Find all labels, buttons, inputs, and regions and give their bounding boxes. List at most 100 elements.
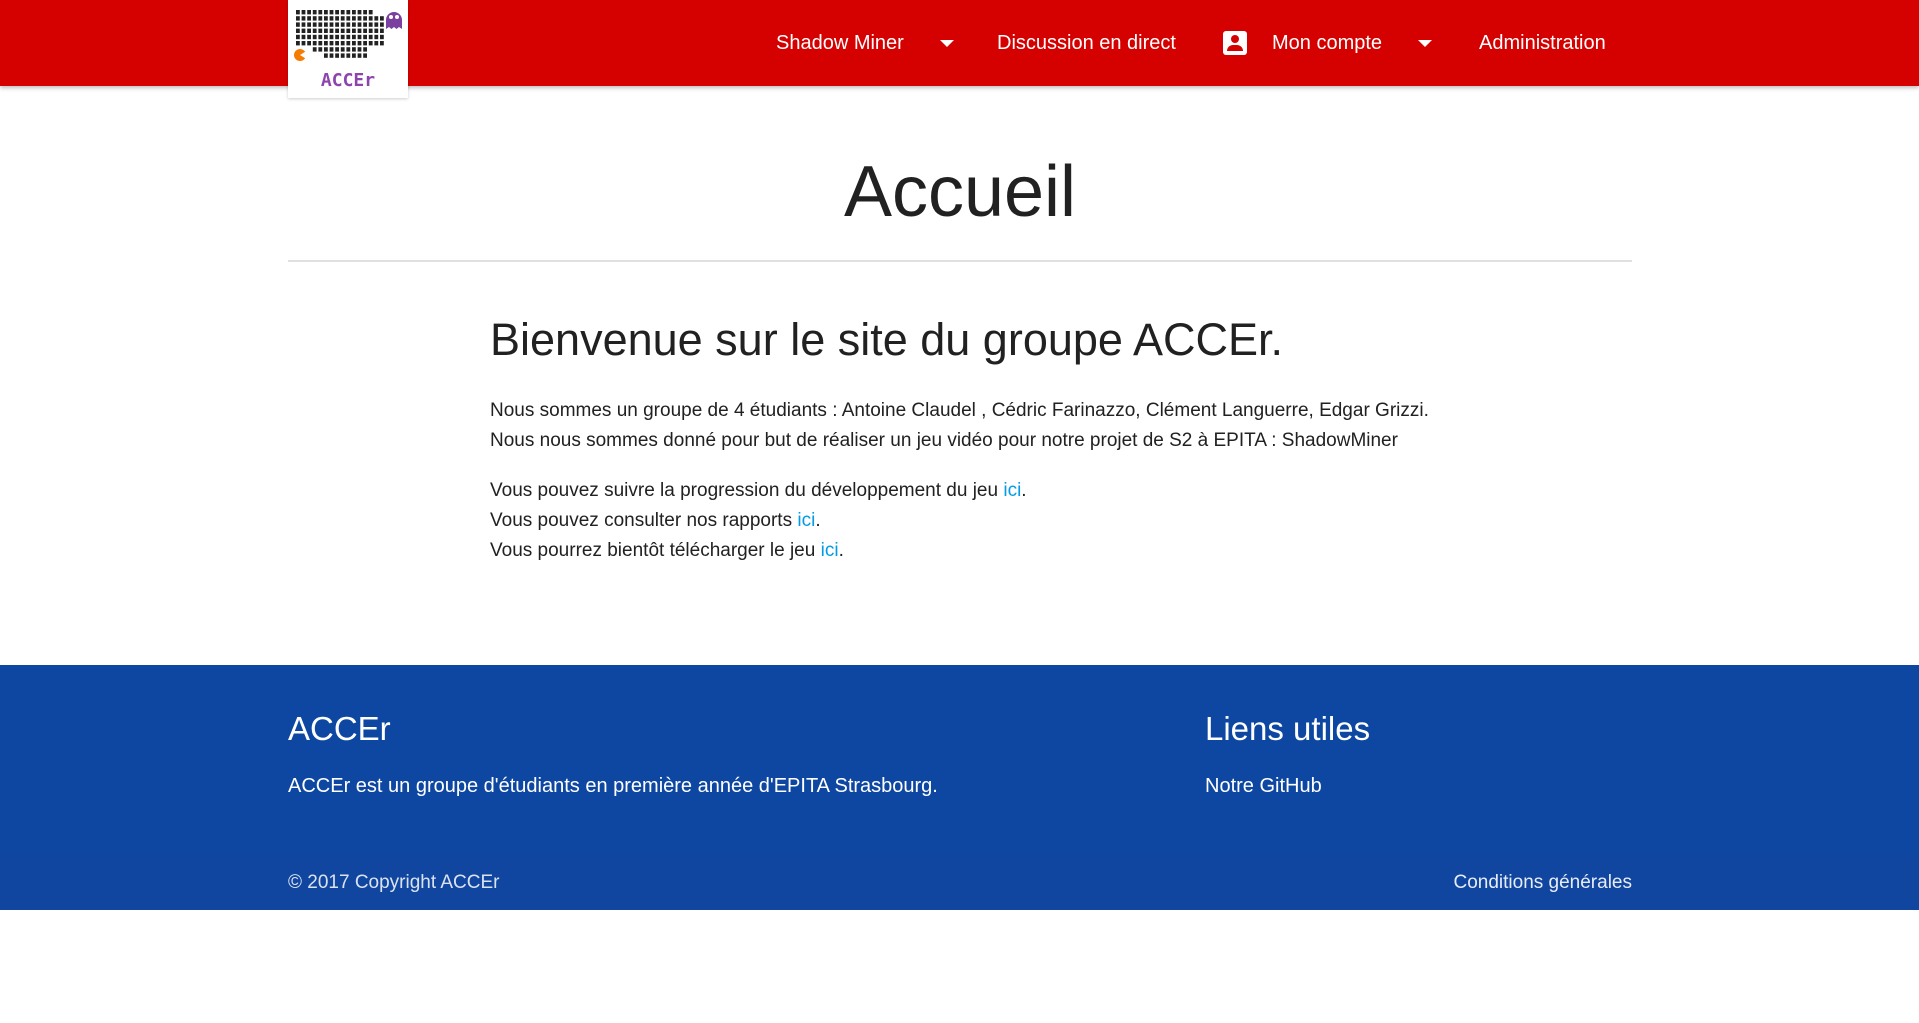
logo-dot — [368, 10, 373, 15]
logo-dot — [357, 47, 362, 52]
logo-dot — [374, 34, 379, 40]
logo-dot — [357, 22, 362, 27]
logo-dot — [340, 10, 345, 15]
logo-dot — [357, 41, 362, 46]
logo-dot — [380, 34, 384, 40]
logo-dot — [312, 41, 317, 46]
logo-dot — [335, 47, 339, 52]
main-content: Bienvenue sur le site du groupe ACCEr. N… — [490, 308, 1430, 586]
links-paragraph: Vous pouvez suivre la progression du dév… — [490, 476, 1430, 566]
logo-dot — [374, 41, 379, 46]
logo-dot — [296, 22, 300, 27]
logo-dot — [352, 34, 356, 40]
logo-dot — [346, 53, 351, 58]
logo-dot — [324, 22, 328, 27]
logo-dot — [318, 10, 323, 15]
logo-dot — [329, 53, 334, 58]
logo-dot — [301, 10, 306, 15]
logo-dot — [307, 22, 311, 27]
logo-dot — [346, 28, 351, 33]
logo-dot — [335, 28, 339, 33]
logo-dot — [380, 22, 384, 27]
logo-dot — [329, 41, 334, 46]
logo-dot — [363, 16, 367, 21]
nav-shadow-miner[interactable]: Shadow Miner — [776, 0, 954, 86]
logo-dot — [363, 34, 367, 40]
intro-text-1: Nous sommes un groupe de 4 étudiants : A… — [490, 400, 1429, 421]
logo-dot — [352, 22, 356, 27]
logo-dot — [318, 41, 323, 46]
download-link[interactable]: ici — [821, 540, 839, 561]
caret-down-icon — [1418, 39, 1433, 47]
logo-dot — [329, 22, 334, 27]
logo-dot — [335, 53, 339, 58]
logo-dot — [357, 34, 362, 40]
logo-dot — [296, 16, 300, 21]
page-footer: ACCEr ACCEr est un groupe d'étudiants en… — [0, 665, 1919, 910]
reports-line: Vous pouvez consulter nos rapports ici. — [490, 510, 821, 531]
logo-dot — [312, 34, 317, 40]
top-navbar: ACCEr Shadow Miner Discussion en direct … — [0, 0, 1919, 98]
intro-paragraph: Nous sommes un groupe de 4 étudiants : A… — [490, 396, 1430, 456]
logo-dot — [357, 53, 362, 58]
logo-dot — [346, 22, 351, 27]
welcome-heading: Bienvenue sur le site du groupe ACCEr. — [490, 314, 1283, 365]
logo-dot — [324, 28, 328, 33]
logo-dot — [380, 28, 384, 33]
nav-administration-label: Administration — [1479, 31, 1606, 54]
logo-dot — [301, 22, 306, 27]
nav-discussion[interactable]: Discussion en direct — [997, 0, 1176, 86]
progress-line: Vous pouvez suivre la progression du dév… — [490, 480, 1027, 501]
logo-dot — [324, 34, 328, 40]
site-logo[interactable]: ACCEr — [288, 0, 408, 98]
reports-text: Vous pouvez consulter nos rapports — [490, 510, 798, 531]
logo-dot — [324, 47, 328, 52]
nav-mon-compte-label: Mon compte — [1272, 31, 1383, 54]
logo-dot — [363, 22, 367, 27]
logo-dot — [363, 47, 367, 52]
logo-dot — [318, 47, 323, 52]
progress-link[interactable]: ici — [1003, 480, 1021, 501]
download-end: . — [838, 540, 844, 561]
logo-dot — [374, 22, 379, 27]
footer-links: Liens utiles Notre GitHub — [1205, 665, 1370, 799]
logo-dot — [296, 10, 300, 15]
logo-dot — [357, 28, 362, 33]
logo-dot — [312, 28, 317, 33]
logo-dot — [368, 22, 373, 27]
logo-dot — [335, 41, 339, 46]
nav-discussion-label: Discussion en direct — [997, 31, 1176, 54]
logo-dot — [368, 28, 373, 33]
logo-dot — [368, 34, 373, 40]
logo-dot — [324, 16, 328, 21]
logo-dot — [312, 10, 317, 15]
logo-dot — [307, 28, 311, 33]
logo-dot — [301, 34, 306, 40]
footer-about-title: ACCEr — [288, 710, 391, 747]
logo-dot — [307, 10, 311, 15]
logo-dot — [329, 47, 334, 52]
logo-dot — [329, 28, 334, 33]
nav-mon-compte[interactable]: Mon compte — [1223, 0, 1433, 86]
github-link[interactable]: Notre GitHub — [1205, 775, 1322, 797]
logo-dot — [340, 22, 345, 27]
logo-dot — [335, 10, 339, 15]
footer-copyright-bar: © 2017 Copyright ACCEr Conditions généra… — [0, 855, 1919, 910]
progress-text: Vous pouvez suivre la progression du dév… — [490, 480, 1004, 501]
logo-dot — [324, 53, 328, 58]
logo-dot — [312, 47, 317, 52]
nav-administration[interactable]: Administration — [1479, 0, 1606, 86]
logo-dot — [307, 34, 311, 40]
logo-dot — [340, 28, 345, 33]
logo-dot — [363, 10, 367, 15]
logo-dot — [296, 34, 300, 40]
logo-dot — [352, 16, 356, 21]
reports-link[interactable]: ici — [797, 510, 815, 531]
terms-link[interactable]: Conditions générales — [1453, 855, 1632, 910]
title-divider — [288, 260, 1632, 262]
logo-dot — [301, 41, 306, 46]
logo-dot — [324, 10, 328, 15]
download-text: Vous pourrez bientôt télécharger le jeu — [490, 540, 821, 561]
logo-dot — [380, 41, 384, 46]
logo-dot — [318, 34, 323, 40]
